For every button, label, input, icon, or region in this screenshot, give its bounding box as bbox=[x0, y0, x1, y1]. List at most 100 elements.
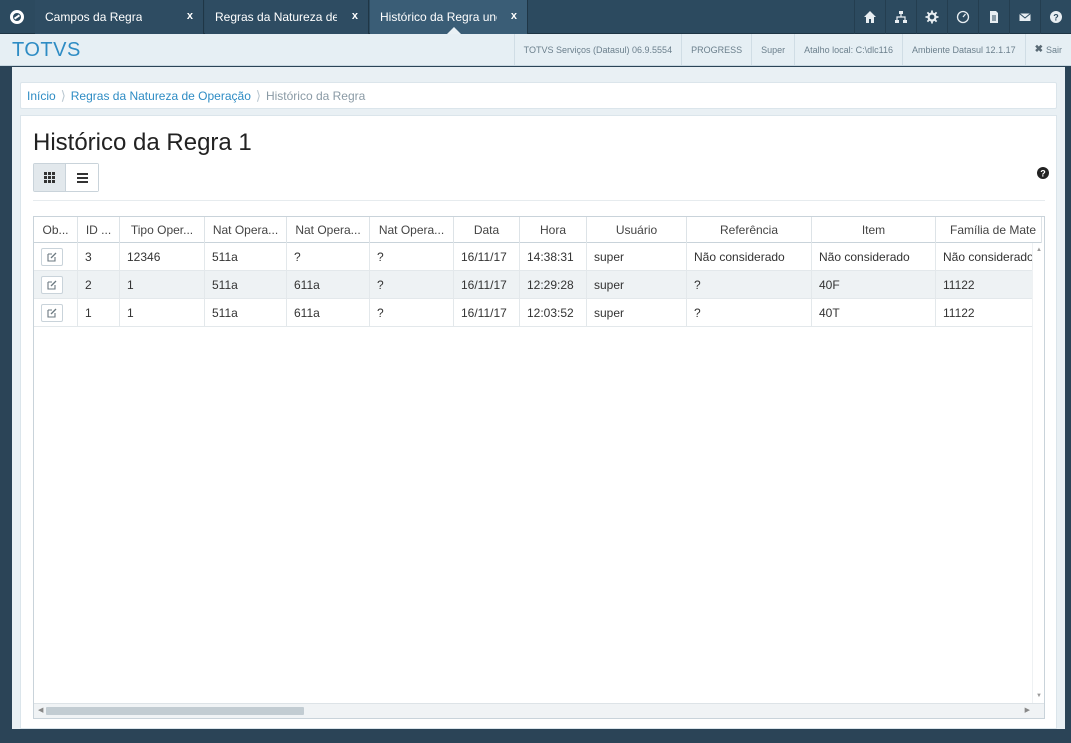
totvs-logo-icon bbox=[10, 10, 24, 24]
row-action-cell bbox=[34, 243, 78, 271]
tab-historico-da-regra[interactable]: Histórico da Regra unc x bbox=[370, 0, 528, 34]
cell-data: 16/11/17 bbox=[454, 243, 520, 271]
breadcrumb-separator-icon: ⟩ bbox=[60, 87, 66, 103]
column-header[interactable]: Hora bbox=[520, 217, 587, 243]
cell-hora: 14:38:31 bbox=[520, 243, 587, 271]
home-icon bbox=[864, 11, 876, 23]
tab-close-icon[interactable]: x bbox=[187, 10, 193, 22]
cell-data: 16/11/17 bbox=[454, 271, 520, 299]
table-row[interactable]: 1 1 511a 611a ? 16/11/17 12:03:52 super … bbox=[34, 299, 1042, 327]
column-header[interactable]: Ob... bbox=[34, 217, 78, 243]
page-title: Histórico da Regra 1 bbox=[33, 129, 252, 156]
column-header[interactable]: ID ... bbox=[78, 217, 120, 243]
cell-referencia: Não considerado bbox=[687, 243, 812, 271]
scroll-down-icon[interactable]: ▼ bbox=[1036, 693, 1042, 699]
column-header[interactable]: Item bbox=[812, 217, 936, 243]
column-header[interactable]: Família de Mate bbox=[936, 217, 1042, 243]
tab-label: Histórico da Regra unc bbox=[380, 10, 497, 24]
top-tab-bar: Campos da Regra x Regras da Natureza de … bbox=[0, 0, 1071, 34]
local-shortcut: Atalho local: C:\dlc116 bbox=[794, 34, 902, 65]
vertical-scrollbar[interactable]: ▲ ▼ bbox=[1032, 243, 1044, 703]
svg-text:?: ? bbox=[1053, 13, 1059, 23]
cell-nat-operacao-3: ? bbox=[370, 243, 454, 271]
documents-button[interactable] bbox=[978, 0, 1009, 34]
cell-tipo-operacao: 12346 bbox=[120, 243, 205, 271]
tab-close-icon[interactable]: x bbox=[511, 10, 517, 22]
edit-icon bbox=[47, 308, 57, 318]
breadcrumb-home[interactable]: Início bbox=[27, 89, 56, 103]
edit-icon bbox=[47, 280, 57, 290]
cell-referencia: ? bbox=[687, 299, 812, 327]
column-header[interactable]: Nat Opera... bbox=[287, 217, 370, 243]
cell-referencia: ? bbox=[687, 271, 812, 299]
cell-nat-operacao-1: 511a bbox=[205, 299, 287, 327]
cell-item: 40F bbox=[812, 271, 936, 299]
home-button[interactable] bbox=[854, 0, 885, 34]
tab-label: Regras da Natureza de bbox=[215, 10, 337, 24]
dashboard-icon bbox=[956, 10, 970, 24]
edit-record-button[interactable] bbox=[41, 248, 63, 266]
column-header[interactable]: Usuário bbox=[587, 217, 687, 243]
list-view-button[interactable] bbox=[66, 164, 98, 191]
environment: Ambiente Datasul 12.1.17 bbox=[902, 34, 1025, 65]
cell-usuario: super bbox=[587, 299, 687, 327]
scroll-up-icon[interactable]: ▲ bbox=[1036, 247, 1042, 253]
help-icon[interactable]: ? bbox=[1036, 166, 1050, 180]
cell-hora: 12:03:52 bbox=[520, 299, 587, 327]
column-header[interactable]: Tipo Oper... bbox=[120, 217, 205, 243]
table-row[interactable]: 2 1 511a 611a ? 16/11/17 12:29:28 super … bbox=[34, 271, 1042, 299]
tab-regras-da-natureza[interactable]: Regras da Natureza de x bbox=[205, 0, 369, 34]
view-toggle bbox=[33, 163, 99, 192]
logout-label: Sair bbox=[1045, 44, 1062, 55]
dashboard-button[interactable] bbox=[947, 0, 978, 34]
tab-campos-da-regra[interactable]: Campos da Regra x bbox=[35, 0, 204, 34]
scroll-left-icon[interactable]: ◀ bbox=[38, 706, 43, 714]
cell-familia: 11122 bbox=[936, 299, 1042, 327]
cell-data: 16/11/17 bbox=[454, 299, 520, 327]
cell-familia: 11122 bbox=[936, 271, 1042, 299]
scrollbar-thumb[interactable] bbox=[46, 707, 304, 715]
settings-button[interactable] bbox=[916, 0, 947, 34]
cell-nat-operacao-2: ? bbox=[287, 243, 370, 271]
messages-button[interactable] bbox=[1009, 0, 1040, 34]
cell-nat-operacao-2: 611a bbox=[287, 271, 370, 299]
gear-icon bbox=[925, 10, 939, 24]
help-button[interactable]: ? bbox=[1040, 0, 1071, 34]
sitemap-button[interactable] bbox=[885, 0, 916, 34]
divider bbox=[33, 200, 1045, 201]
cell-nat-operacao-3: ? bbox=[370, 299, 454, 327]
cell-usuario: super bbox=[587, 271, 687, 299]
breadcrumb-separator-icon: ⟩ bbox=[255, 87, 261, 103]
breadcrumb-current: Histórico da Regra bbox=[265, 88, 366, 103]
database-type: PROGRESS bbox=[681, 34, 751, 65]
cell-nat-operacao-2: 611a bbox=[287, 299, 370, 327]
grid-view-button[interactable] bbox=[34, 164, 66, 191]
cell-item: Não considerado bbox=[812, 243, 936, 271]
horizontal-scrollbar[interactable]: ◀ ▶ bbox=[34, 703, 1044, 718]
logout-button[interactable]: ✖ Sair bbox=[1024, 34, 1071, 65]
column-header[interactable]: Data bbox=[454, 217, 520, 243]
edit-icon bbox=[47, 252, 57, 262]
column-header[interactable]: Referência bbox=[687, 217, 812, 243]
page-content: Início ⟩ Regras da Natureza de Operação … bbox=[12, 67, 1065, 729]
column-header[interactable]: Nat Opera... bbox=[370, 217, 454, 243]
question-icon: ? bbox=[1050, 11, 1062, 23]
product-version: TOTVS Serviços (Datasul) 06.9.5554 bbox=[513, 34, 681, 65]
tab-close-icon[interactable]: x bbox=[352, 10, 358, 22]
edit-record-button[interactable] bbox=[41, 304, 63, 322]
tab-label: Campos da Regra bbox=[45, 10, 143, 24]
grid-icon bbox=[44, 172, 55, 183]
breadcrumb-regras[interactable]: Regras da Natureza de Operação bbox=[71, 89, 251, 103]
cell-hora: 12:29:28 bbox=[520, 271, 587, 299]
scroll-right-icon[interactable]: ▶ bbox=[1025, 706, 1030, 714]
cell-nat-operacao-3: ? bbox=[370, 271, 454, 299]
edit-record-button[interactable] bbox=[41, 276, 63, 294]
breadcrumb: Início ⟩ Regras da Natureza de Operação … bbox=[20, 82, 1057, 109]
session-info: TOTVS Serviços (Datasul) 06.9.5554 PROGR… bbox=[513, 34, 1071, 65]
grid-header: Ob... ID ... Tipo Oper... Nat Opera... N… bbox=[34, 217, 1042, 243]
app-menu-button[interactable] bbox=[0, 0, 34, 34]
history-grid: Ob... ID ... Tipo Oper... Nat Opera... N… bbox=[33, 216, 1045, 719]
main-card: Histórico da Regra 1 ? Ob... ID ... Tipo… bbox=[20, 115, 1057, 729]
table-row[interactable]: 3 12346 511a ? ? 16/11/17 14:38:31 super… bbox=[34, 243, 1042, 271]
column-header[interactable]: Nat Opera... bbox=[205, 217, 287, 243]
